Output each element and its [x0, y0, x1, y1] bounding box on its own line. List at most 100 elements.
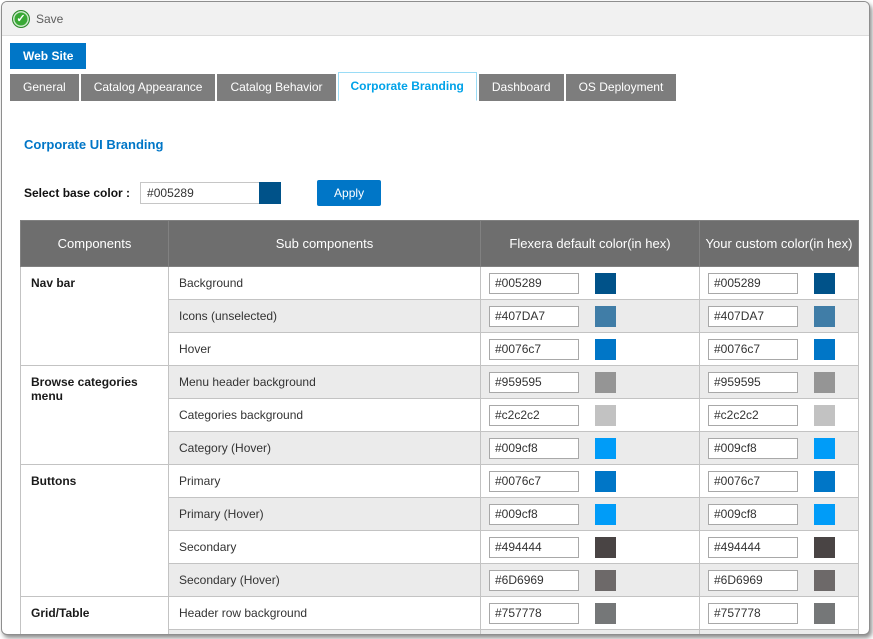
custom-color-input[interactable] — [708, 438, 798, 459]
column-header: Flexera default color(in hex) — [481, 221, 700, 267]
custom-color-swatch — [814, 306, 835, 327]
sub-component-cell — [169, 630, 481, 636]
custom-color-cell — [700, 333, 859, 366]
custom-color-swatch — [814, 405, 835, 426]
sub-component-cell: Menu header background — [169, 366, 481, 399]
sub-component-cell: Secondary (Hover) — [169, 564, 481, 597]
save-button[interactable]: ✓ Save — [12, 10, 63, 28]
sub-component-cell: Categories background — [169, 399, 481, 432]
tab-web-site[interactable]: Web Site — [10, 43, 86, 69]
custom-color-swatch — [814, 603, 835, 624]
custom-color-swatch — [814, 372, 835, 393]
sub-component-cell: Primary — [169, 465, 481, 498]
tab-dashboard[interactable]: Dashboard — [479, 74, 564, 101]
column-header: Components — [21, 221, 169, 267]
default-color-cell — [481, 597, 700, 630]
sub-component-cell: Primary (Hover) — [169, 498, 481, 531]
table-body: Nav barBackgroundIcons (unselected)Hover… — [21, 267, 859, 636]
component-cell: Grid/Table — [21, 597, 169, 636]
default-color-cell — [481, 432, 700, 465]
tab-catalog-appearance[interactable]: Catalog Appearance — [81, 74, 216, 101]
default-color-input[interactable] — [489, 339, 579, 360]
default-color-cell — [481, 366, 700, 399]
tab-corporate-branding[interactable]: Corporate Branding — [338, 72, 477, 101]
base-color-input[interactable] — [140, 182, 260, 204]
custom-color-input[interactable] — [708, 603, 798, 624]
default-color-swatch — [595, 438, 616, 459]
component-cell: Buttons — [21, 465, 169, 597]
table-row: Nav barBackground — [21, 267, 859, 300]
custom-color-cell — [700, 465, 859, 498]
base-color-swatch — [259, 182, 281, 204]
default-color-cell — [481, 333, 700, 366]
default-color-cell — [481, 465, 700, 498]
custom-color-input[interactable] — [708, 504, 798, 525]
branding-table: ComponentsSub componentsFlexera default … — [20, 220, 859, 635]
default-color-swatch — [595, 405, 616, 426]
column-header: Your custom color(in hex) — [700, 221, 859, 267]
default-color-swatch — [595, 570, 616, 591]
table-header-row: ComponentsSub componentsFlexera default … — [21, 221, 859, 267]
custom-color-swatch — [814, 438, 835, 459]
table-row: ButtonsPrimary — [21, 465, 859, 498]
default-color-swatch — [595, 537, 616, 558]
default-color-input[interactable] — [489, 273, 579, 294]
default-color-swatch — [595, 504, 616, 525]
page-title: Corporate UI Branding — [24, 137, 853, 152]
custom-color-input[interactable] — [708, 471, 798, 492]
tab-os-deployment[interactable]: OS Deployment — [566, 74, 677, 101]
app-window: ✓ Save Web Site GeneralCatalog Appearanc… — [1, 1, 870, 635]
tab-catalog-behavior[interactable]: Catalog Behavior — [217, 74, 335, 101]
base-color-label: Select base color : — [24, 186, 130, 200]
sub-component-cell: Hover — [169, 333, 481, 366]
custom-color-cell — [700, 498, 859, 531]
table-row: Browse categories menuMenu header backgr… — [21, 366, 859, 399]
custom-color-cell — [700, 597, 859, 630]
default-color-swatch — [595, 372, 616, 393]
base-color-row: Select base color : Apply — [24, 180, 853, 206]
toolbar: ✓ Save — [2, 2, 869, 36]
default-color-input[interactable] — [489, 603, 579, 624]
default-color-swatch — [595, 273, 616, 294]
custom-color-input[interactable] — [708, 405, 798, 426]
sub-component-cell: Header row background — [169, 597, 481, 630]
sub-component-cell: Background — [169, 267, 481, 300]
custom-color-cell — [700, 300, 859, 333]
custom-color-cell — [700, 399, 859, 432]
content-area: Corporate UI Branding Select base color … — [2, 101, 869, 635]
default-color-input[interactable] — [489, 537, 579, 558]
custom-color-input[interactable] — [708, 273, 798, 294]
default-color-input[interactable] — [489, 372, 579, 393]
apply-button[interactable]: Apply — [317, 180, 381, 206]
default-color-input[interactable] — [489, 471, 579, 492]
default-color-input[interactable] — [489, 504, 579, 525]
default-color-swatch — [595, 471, 616, 492]
default-color-swatch — [595, 339, 616, 360]
save-check-icon: ✓ — [12, 10, 30, 28]
custom-color-swatch — [814, 273, 835, 294]
default-color-swatch — [595, 603, 616, 624]
default-color-input[interactable] — [489, 570, 579, 591]
default-color-input[interactable] — [489, 405, 579, 426]
default-color-cell — [481, 399, 700, 432]
custom-color-cell — [700, 432, 859, 465]
tab-strip: GeneralCatalog AppearanceCatalog Behavio… — [2, 73, 869, 101]
default-color-swatch — [595, 306, 616, 327]
custom-color-cell — [700, 531, 859, 564]
component-cell: Nav bar — [21, 267, 169, 366]
default-color-cell — [481, 531, 700, 564]
custom-color-input[interactable] — [708, 372, 798, 393]
custom-color-swatch — [814, 504, 835, 525]
tab-general[interactable]: General — [10, 74, 79, 101]
custom-color-input[interactable] — [708, 306, 798, 327]
default-color-input[interactable] — [489, 438, 579, 459]
default-color-input[interactable] — [489, 306, 579, 327]
custom-color-input[interactable] — [708, 339, 798, 360]
custom-color-swatch — [814, 339, 835, 360]
table-row: Grid/TableHeader row background — [21, 597, 859, 630]
save-label: Save — [36, 12, 63, 26]
custom-color-input[interactable] — [708, 570, 798, 591]
custom-color-cell — [700, 267, 859, 300]
custom-color-input[interactable] — [708, 537, 798, 558]
default-color-cell — [481, 300, 700, 333]
